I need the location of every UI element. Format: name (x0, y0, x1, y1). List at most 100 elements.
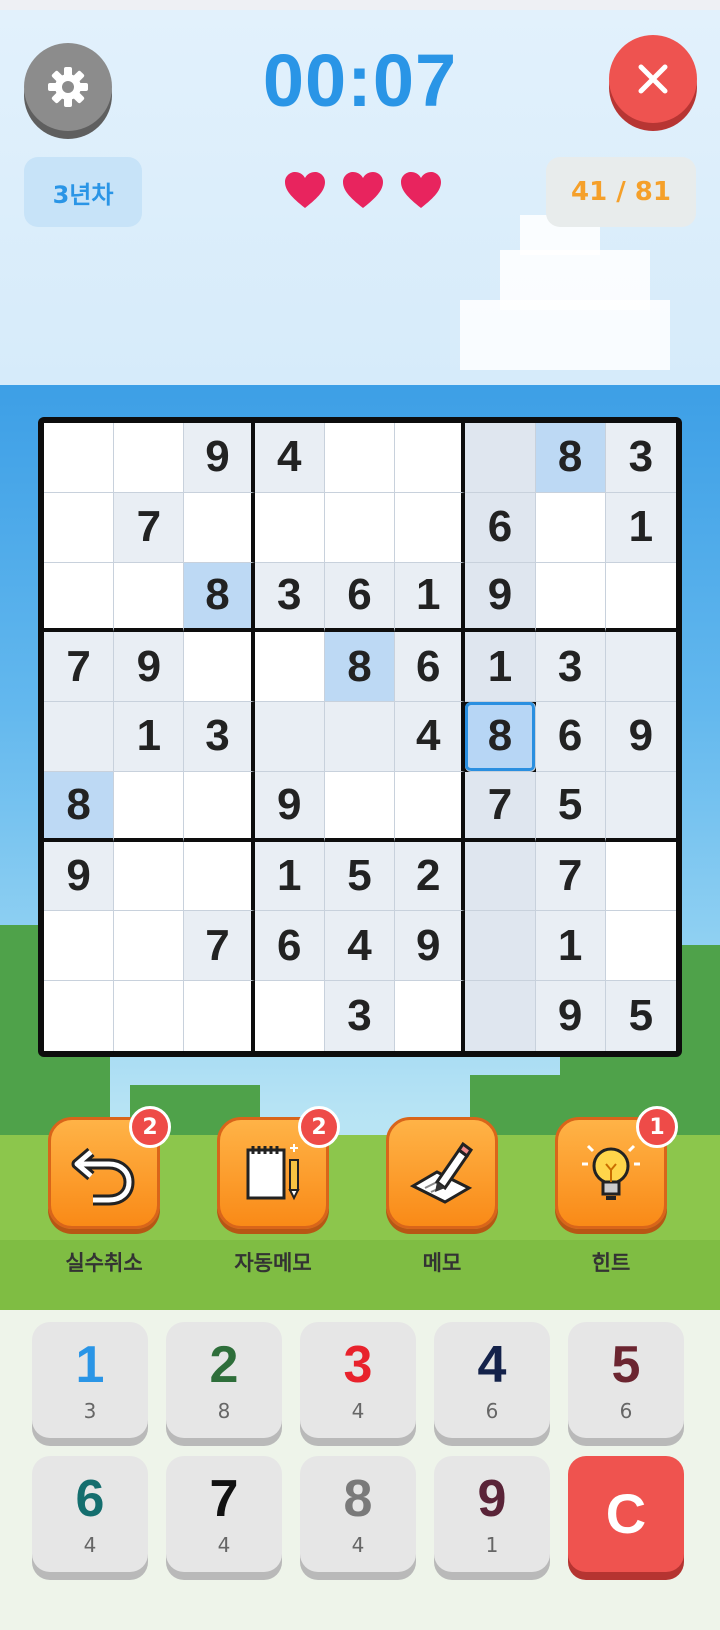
sudoku-cell[interactable] (535, 492, 606, 563)
sudoku-cell[interactable]: 2 (395, 841, 466, 912)
key-3[interactable]: 34 (300, 1322, 416, 1438)
sudoku-cell[interactable]: 1 (605, 492, 676, 563)
key-9[interactable]: 91 (434, 1456, 550, 1572)
sudoku-cell[interactable]: 7 (184, 911, 255, 982)
sudoku-cell[interactable] (465, 981, 536, 1051)
sudoku-cell[interactable] (184, 981, 255, 1051)
sudoku-cell[interactable]: 4 (395, 702, 466, 772)
sudoku-cell[interactable]: 9 (605, 702, 676, 772)
sudoku-cell[interactable] (395, 981, 466, 1051)
sudoku-cell[interactable] (44, 492, 115, 563)
sudoku-cell[interactable] (395, 771, 466, 842)
sudoku-cell[interactable]: 6 (254, 911, 325, 982)
sudoku-cell[interactable] (465, 841, 536, 912)
sudoku-cell[interactable]: 8 (324, 632, 396, 703)
sudoku-cell[interactable]: 7 (44, 632, 115, 703)
sudoku-cell[interactable]: 3 (254, 562, 325, 633)
sudoku-cell[interactable] (114, 423, 185, 493)
auto-notes-button[interactable]: 2 (217, 1106, 340, 1229)
sudoku-cell[interactable]: 8 (44, 771, 115, 842)
sudoku-cell[interactable] (184, 771, 255, 842)
sudoku-cell[interactable] (254, 632, 325, 703)
key-7[interactable]: 74 (166, 1456, 282, 1572)
sudoku-cell[interactable] (605, 841, 676, 912)
key-number: 5 (611, 1336, 641, 1394)
sudoku-cell[interactable] (605, 771, 676, 842)
sudoku-cell[interactable] (605, 632, 676, 703)
sudoku-cell[interactable]: 1 (114, 702, 185, 772)
undo-button[interactable]: 2 (48, 1106, 171, 1229)
sudoku-cell[interactable] (254, 492, 325, 563)
sudoku-cell[interactable] (395, 423, 466, 493)
sudoku-cell[interactable]: 6 (324, 562, 396, 633)
sudoku-cell[interactable]: 1 (465, 632, 536, 703)
sudoku-cell[interactable]: 7 (114, 492, 185, 563)
sudoku-cell[interactable]: 5 (324, 841, 396, 912)
key-8[interactable]: 84 (300, 1456, 416, 1572)
sudoku-cell[interactable]: 8 (184, 562, 255, 633)
sudoku-cell[interactable]: 9 (184, 423, 255, 493)
sudoku-cell[interactable] (184, 841, 255, 912)
sudoku-cell[interactable] (44, 702, 115, 772)
key-1[interactable]: 13 (32, 1322, 148, 1438)
key-2[interactable]: 28 (166, 1322, 282, 1438)
sudoku-cell[interactable] (465, 423, 536, 493)
sudoku-cell[interactable] (605, 911, 676, 982)
sudoku-cell[interactable]: 8 (465, 702, 536, 772)
sudoku-cell[interactable] (605, 562, 676, 633)
sudoku-cell[interactable] (44, 562, 115, 633)
sudoku-cell[interactable]: 3 (535, 632, 606, 703)
sudoku-cell[interactable] (324, 702, 396, 772)
sudoku-cell[interactable] (44, 981, 115, 1051)
sudoku-cell[interactable]: 3 (324, 981, 396, 1051)
sudoku-cell[interactable]: 6 (465, 492, 536, 563)
sudoku-cell[interactable] (114, 981, 185, 1051)
sudoku-cell[interactable] (324, 771, 396, 842)
settings-button[interactable] (24, 43, 112, 131)
sudoku-cell[interactable]: 9 (465, 562, 536, 633)
sudoku-cell[interactable]: 1 (395, 562, 466, 633)
sudoku-cell[interactable] (44, 423, 115, 493)
sudoku-cell[interactable]: 1 (254, 841, 325, 912)
sudoku-cell[interactable]: 9 (395, 911, 466, 982)
sudoku-cell[interactable]: 3 (605, 423, 676, 493)
sudoku-cell[interactable] (184, 632, 255, 703)
sudoku-cell[interactable]: 1 (535, 911, 606, 982)
sudoku-cell[interactable]: 3 (184, 702, 255, 772)
key-5[interactable]: 56 (568, 1322, 684, 1438)
sudoku-cell[interactable]: 6 (395, 632, 466, 703)
sudoku-cell[interactable]: 9 (535, 981, 606, 1051)
clear-cell-button[interactable]: C (568, 1456, 684, 1572)
sudoku-cell[interactable] (114, 841, 185, 912)
clear-label: C (605, 1482, 647, 1545)
sudoku-cell[interactable]: 9 (44, 841, 115, 912)
sudoku-cell[interactable] (114, 771, 185, 842)
sudoku-cell[interactable]: 8 (535, 423, 606, 493)
sudoku-cell[interactable]: 4 (324, 911, 396, 982)
sudoku-cell[interactable] (254, 702, 325, 772)
sudoku-cell[interactable] (465, 911, 536, 982)
sudoku-cell[interactable]: 7 (535, 841, 606, 912)
close-button[interactable] (609, 35, 697, 123)
key-remaining-count: 1 (485, 1533, 499, 1557)
sudoku-cell[interactable] (44, 911, 115, 982)
sudoku-cell[interactable] (114, 562, 185, 633)
sudoku-cell[interactable] (184, 492, 255, 563)
sudoku-cell[interactable]: 9 (254, 771, 325, 842)
sudoku-cell[interactable]: 9 (114, 632, 185, 703)
sudoku-cell[interactable] (324, 423, 396, 493)
sudoku-cell[interactable] (535, 562, 606, 633)
sudoku-cell[interactable] (324, 492, 396, 563)
sudoku-cell[interactable]: 5 (605, 981, 676, 1051)
sudoku-cell[interactable] (114, 911, 185, 982)
sudoku-cell[interactable] (254, 981, 325, 1051)
sudoku-cell[interactable]: 7 (465, 771, 536, 842)
sudoku-cell[interactable]: 5 (535, 771, 606, 842)
key-4[interactable]: 46 (434, 1322, 550, 1438)
hint-button[interactable]: 1 (555, 1106, 678, 1229)
sudoku-cell[interactable]: 6 (535, 702, 606, 772)
sudoku-cell[interactable]: 4 (254, 423, 325, 493)
key-6[interactable]: 64 (32, 1456, 148, 1572)
notes-button[interactable] (386, 1117, 498, 1229)
sudoku-cell[interactable] (395, 492, 466, 563)
